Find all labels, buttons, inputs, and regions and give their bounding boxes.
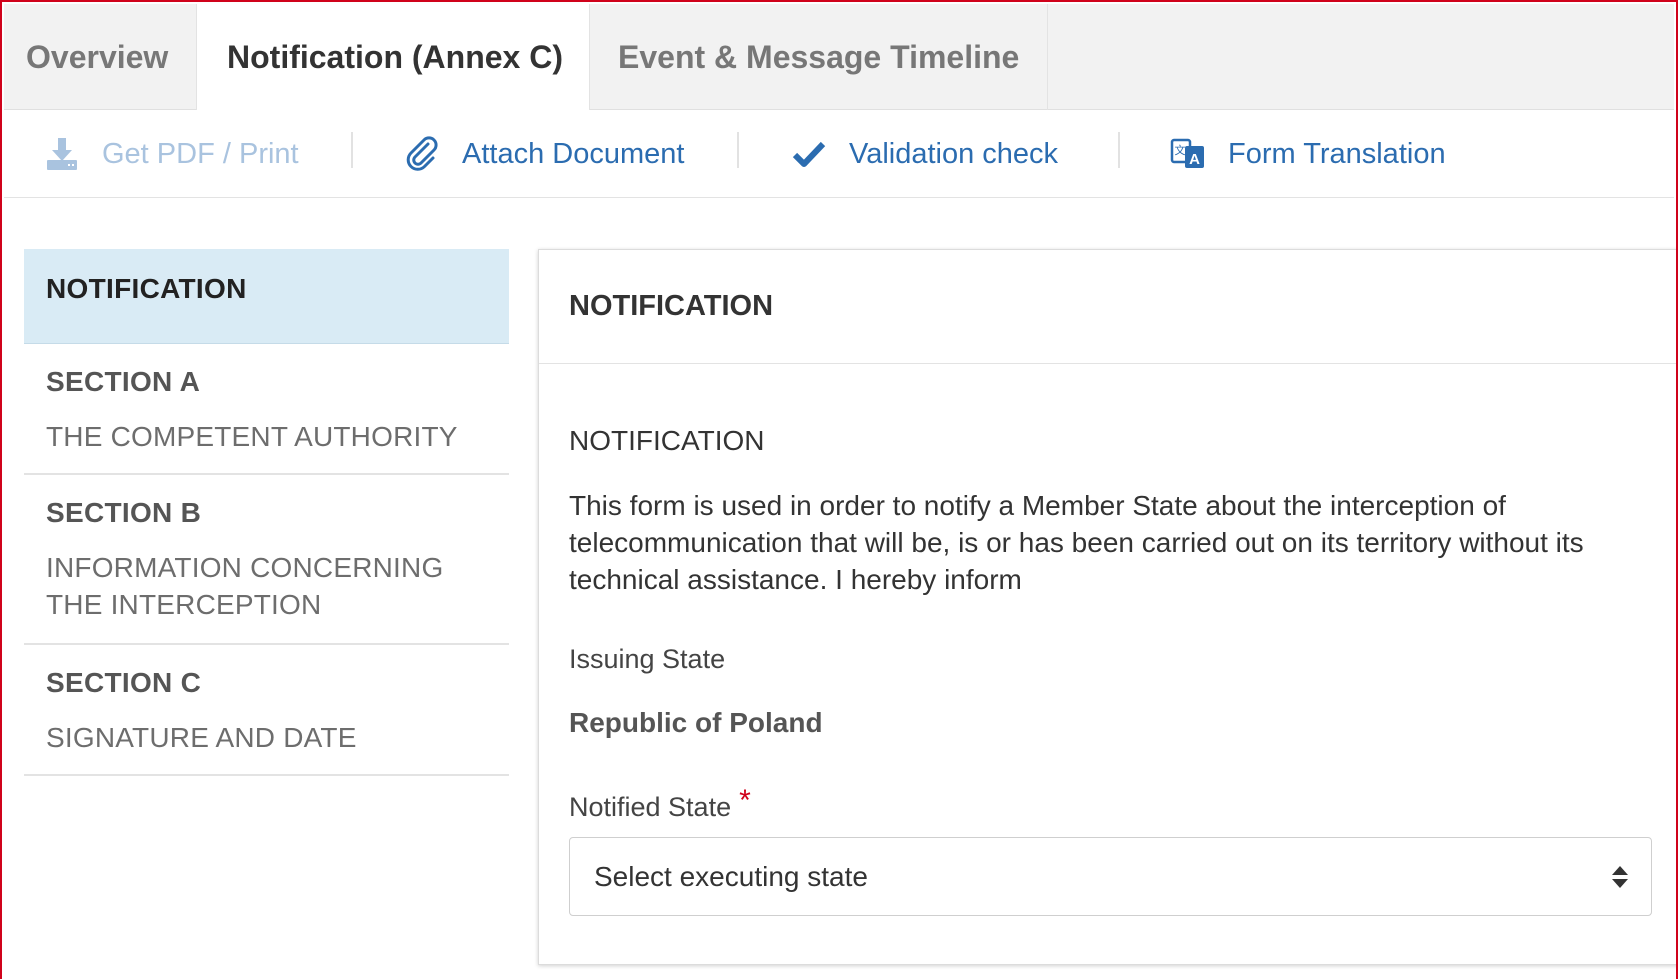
required-indicator: *	[739, 784, 751, 817]
tab-label: Overview	[26, 38, 169, 75]
toolbar: Get PDF / Print Attach Document Validati…	[4, 110, 1674, 198]
download-icon	[47, 138, 77, 170]
get-pdf-button[interactable]: Get PDF / Print	[44, 110, 299, 198]
attach-document-label: Attach Document	[462, 137, 685, 170]
tab-bar: Overview Notification (Annex C) Event & …	[4, 4, 1674, 111]
issuing-state-label: Issuing State	[569, 644, 726, 674]
toolbar-divider	[1118, 132, 1120, 168]
issuing-state-value: Republic of Poland	[569, 707, 823, 738]
nav-item-title: SECTION B	[46, 497, 202, 528]
nav-item-title: SECTION A	[46, 366, 201, 397]
nav-item-subtitle: THE COMPETENT AUTHORITY	[46, 421, 458, 452]
form-translation-label: Form Translation	[1228, 137, 1446, 170]
notified-state-label: Notified State	[569, 792, 732, 822]
nav-item-section-c[interactable]: SECTION C SIGNATURE AND DATE	[24, 645, 509, 776]
nav-item-section-b[interactable]: SECTION B INFORMATION CONCERNING THE INT…	[24, 475, 509, 645]
tab-label: Notification (Annex C)	[227, 39, 563, 75]
svg-text:文: 文	[1175, 143, 1186, 157]
tab-overview[interactable]: Overview	[4, 4, 196, 110]
panel-header: NOTIFICATION	[539, 250, 1676, 364]
attach-document-button[interactable]: Attach Document	[404, 110, 684, 198]
toolbar-divider	[351, 132, 353, 168]
nav-item-notification[interactable]: NOTIFICATION	[24, 249, 509, 344]
nav-item-title: NOTIFICATION	[46, 273, 247, 304]
nav-item-subtitle: INFORMATION CONCERNING THE INTERCEPTION	[46, 552, 444, 620]
app-frame: Overview Notification (Annex C) Event & …	[0, 0, 1678, 979]
form-panel: NOTIFICATION NOTIFICATION This form is u…	[538, 249, 1676, 965]
tab-label: Event & Message Timeline	[618, 38, 1020, 75]
validation-check-button[interactable]: Validation check	[791, 110, 1058, 198]
nav-item-title: SECTION C	[46, 667, 202, 698]
nav-item-subtitle: SIGNATURE AND DATE	[46, 722, 357, 753]
sort-caret-icon	[1612, 865, 1628, 888]
form-description: This form is used in order to notify a M…	[569, 490, 1584, 595]
section-nav: NOTIFICATION SECTION A THE COMPETENT AUT…	[24, 249, 509, 776]
form-translation-button[interactable]: A 文 Form Translation	[1170, 110, 1446, 198]
checkmark-icon	[792, 141, 826, 167]
tab-event-message-timeline[interactable]: Event & Message Timeline	[590, 4, 1048, 110]
get-pdf-label: Get PDF / Print	[102, 137, 299, 170]
validation-check-label: Validation check	[849, 137, 1059, 170]
paperclip-icon	[406, 136, 438, 171]
notified-state-label-row: Notified State *	[569, 784, 1657, 823]
form-sub-heading: NOTIFICATION	[569, 425, 765, 456]
notified-state-placeholder: Select executing state	[594, 860, 868, 892]
notified-state-select[interactable]: Select executing state	[569, 837, 1652, 916]
tab-notification-annex-c[interactable]: Notification (Annex C)	[196, 4, 590, 111]
nav-item-section-a[interactable]: SECTION A THE COMPETENT AUTHORITY	[24, 344, 509, 475]
toolbar-divider	[737, 132, 739, 168]
panel-body: NOTIFICATION This form is used in order …	[539, 425, 1676, 916]
svg-text:A: A	[1189, 151, 1200, 168]
translate-icon: A 文	[1170, 138, 1204, 168]
